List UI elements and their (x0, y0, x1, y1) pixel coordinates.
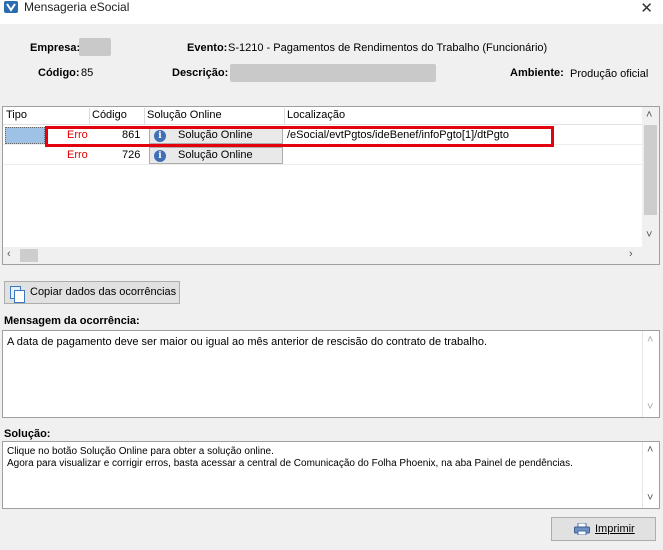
scroll-right-icon[interactable]: › (629, 248, 633, 260)
scroll-up-icon[interactable]: ˄ (646, 109, 652, 121)
mensagem-label: Mensagem da ocorrência: (4, 315, 140, 327)
ambiente-value: Produção oficial (570, 68, 649, 80)
col-header-solucao[interactable]: Solução Online (147, 109, 222, 121)
codigo-value: 85 (81, 67, 94, 79)
table-row[interactable]: Erro 726 i Solução Online (3, 146, 643, 165)
solucao-line-1: Clique no botão Solução Online para obte… (7, 446, 274, 457)
col-header-localizacao[interactable]: Localização (287, 109, 345, 121)
scroll-up-icon[interactable]: ˄ (647, 334, 653, 346)
copy-button-label: Copiar dados das ocorrências (30, 286, 177, 298)
print-button[interactable]: Imprimir (551, 517, 656, 541)
scroll-left-icon[interactable]: ‹ (7, 248, 11, 260)
horizontal-scrollbar[interactable]: ‹ › (3, 247, 659, 264)
window-title: Mensageria eSocial (24, 0, 130, 14)
descricao-value-redacted (230, 64, 436, 82)
solucao-online-label: Solução Online (178, 149, 253, 161)
highlight-box (45, 126, 554, 147)
scroll-thumb[interactable] (644, 125, 657, 215)
scroll-thumb[interactable] (20, 249, 38, 262)
row-selector[interactable] (5, 127, 45, 144)
row-codigo: 726 (122, 149, 141, 161)
vertical-scrollbar[interactable]: ˄ ˅ (642, 107, 659, 247)
codigo-label: Código: (38, 67, 80, 79)
mensagem-text: A data de pagamento deve ser maior ou ig… (7, 336, 488, 348)
header-divider (3, 124, 643, 125)
ambiente-label: Ambiente: (510, 67, 564, 79)
scroll-down-icon[interactable]: ˅ (646, 229, 652, 241)
vertical-scrollbar[interactable]: ˄ ˅ (642, 331, 659, 417)
row-tipo: Erro (67, 149, 88, 161)
solucao-line-2: Agora para visualizar e corrigir erros, … (7, 458, 573, 469)
vertical-scrollbar[interactable]: ˄ ˅ (642, 442, 659, 508)
printer-icon (574, 523, 590, 535)
print-button-label: Imprimir (595, 523, 635, 535)
solucao-online-button[interactable]: i Solução Online (149, 147, 283, 164)
scroll-down-icon[interactable]: ˅ (647, 401, 653, 413)
empresa-label: Empresa: (30, 42, 81, 54)
col-header-codigo[interactable]: Código (92, 109, 127, 121)
solucao-textbox[interactable]: Clique no botão Solução Online para obte… (2, 441, 660, 509)
col-separator (89, 108, 90, 124)
scroll-down-icon[interactable]: ˅ (647, 492, 653, 504)
evento-value: S-1210 - Pagamentos de Rendimentos do Tr… (228, 42, 548, 54)
solucao-label: Solução: (4, 428, 51, 440)
descricao-label: Descrição: (172, 67, 229, 79)
col-header-tipo[interactable]: Tipo (6, 109, 27, 121)
mensagem-textbox[interactable]: A data de pagamento deve ser maior ou ig… (2, 330, 660, 418)
empresa-value-redacted (79, 38, 111, 56)
title-bar: Mensageria eSocial ✕ (0, 0, 663, 24)
copy-icon (10, 286, 25, 303)
app-icon (4, 1, 18, 13)
col-separator (144, 108, 145, 124)
close-button[interactable]: ✕ (640, 0, 653, 17)
scroll-up-icon[interactable]: ˄ (647, 444, 653, 456)
col-separator (284, 108, 285, 124)
copy-occurrences-button[interactable]: Copiar dados das ocorrências (4, 281, 180, 304)
info-icon: i (154, 150, 166, 162)
evento-label: Evento: (187, 42, 228, 54)
